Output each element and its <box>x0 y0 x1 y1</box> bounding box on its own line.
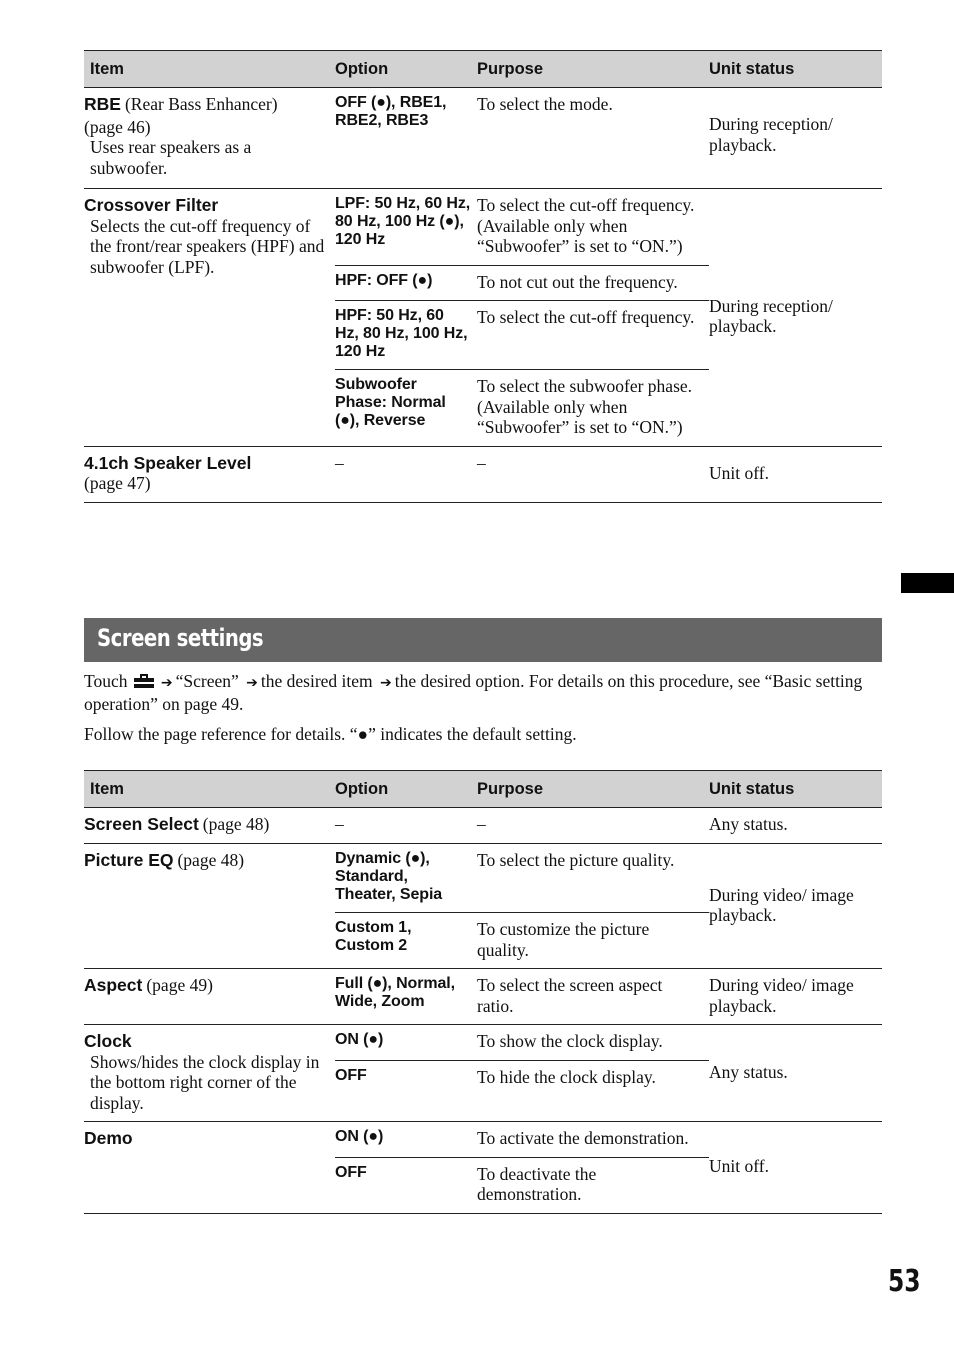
column-header-option: Option <box>335 50 477 88</box>
column-header-purpose: Purpose <box>477 50 709 88</box>
item-cell: RBE (Rear Bass Enhancer) (page 46) Uses … <box>84 87 335 189</box>
option-cell: OFF <box>335 1157 477 1214</box>
default-setting-note: Follow the page reference for details. “… <box>84 724 577 744</box>
option-cell: – <box>335 807 477 844</box>
item-cell: Demo <box>84 1121 335 1214</box>
purpose-cell: To customize the picture quality. <box>477 912 709 969</box>
option-cell: Full (●), Normal, Wide, Zoom <box>335 968 477 1025</box>
table-header-row: Item Option Purpose Unit status <box>84 50 882 88</box>
item-name: Picture EQ <box>84 850 174 870</box>
arrow-right-icon: ➔ <box>246 675 258 691</box>
chapter-thumb-tab <box>901 573 954 593</box>
intro-touch: Touch <box>84 671 128 691</box>
page-ref: (page 48) <box>177 850 245 870</box>
item-name: RBE <box>84 94 121 114</box>
item-cell: Screen Select (page 48) <box>84 807 335 844</box>
section-title: Screen settings <box>97 624 264 652</box>
item-name: 4.1ch Speaker Level <box>84 452 252 473</box>
unit-status-cell: Unit off. <box>709 446 882 503</box>
option-cell: OFF <box>335 1060 477 1122</box>
screen-settings-table: Item Option Purpose Unit status Screen S… <box>84 770 882 1214</box>
purpose-cell: To deactivate the demonstration. <box>477 1157 709 1214</box>
item-cell: Crossover Filter Selects the cut-off fre… <box>84 188 335 447</box>
purpose-cell: – <box>477 807 709 844</box>
column-header-unit-status: Unit status <box>709 50 882 88</box>
option-cell: Custom 1, Custom 2 <box>335 912 477 969</box>
option-cell: – <box>335 446 477 503</box>
item-cell: 4.1ch Speaker Level (page 47) <box>84 446 335 503</box>
unit-status-cell: During reception/ playback. <box>709 87 882 189</box>
arrow-right-icon: ➔ <box>380 675 392 691</box>
table-header-row: Item Option Purpose Unit status <box>84 770 882 808</box>
item-description: Selects the cut-off frequency of the fro… <box>90 215 325 277</box>
purpose-cell: – <box>477 446 709 503</box>
toolbox-settings-icon <box>133 674 154 688</box>
item-name: Clock <box>84 1031 132 1051</box>
table-row-crossover-filter: Crossover Filter Selects the cut-off fre… <box>84 188 882 447</box>
purpose-cell: To select the cut-off frequency. (Availa… <box>477 188 709 266</box>
purpose-cell: To not cut out the frequency. <box>477 265 709 301</box>
purpose-cell: To select the screen aspect ratio. <box>477 968 709 1025</box>
item-cell: Picture EQ (page 48) <box>84 843 335 969</box>
item-ref: (Rear Bass Enhancer) <box>124 94 278 114</box>
table-row-clock: Clock Shows/hides the clock display in t… <box>84 1024 882 1122</box>
table-row-rbe: RBE (Rear Bass Enhancer) (page 46) Uses … <box>84 87 882 189</box>
option-cell: Subwoofer Phase: Normal (●), Reverse <box>335 369 477 447</box>
table-row-speaker-level: 4.1ch Speaker Level (page 47) – – Unit o… <box>84 446 882 503</box>
intro-step-screen: “Screen” <box>175 671 239 691</box>
page-ref: (page 49) <box>146 975 213 995</box>
item-name: Demo <box>84 1128 133 1148</box>
column-header-purpose: Purpose <box>477 770 709 808</box>
item-name: Screen Select <box>84 814 199 834</box>
table-row-picture-eq: Picture EQ (page 48) Dynamic (●), Standa… <box>84 843 882 969</box>
page-ref: (page 48) <box>202 814 270 834</box>
sound-settings-table: Item Option Purpose Unit status RBE (Rea… <box>84 50 882 503</box>
column-header-option: Option <box>335 770 477 808</box>
intro-paragraph: Touch ➔ “Screen” ➔ the desired item ➔ the d… <box>84 671 884 715</box>
option-cell: HPF: OFF (●) <box>335 265 477 301</box>
table-row-screen-select: Screen Select (page 48) – – Any status. <box>84 807 882 844</box>
item-name: Crossover Filter <box>84 195 219 215</box>
unit-status-cell: Any status. <box>709 1024 882 1122</box>
page-ref: (page 47) <box>84 473 151 493</box>
item-cell: Clock Shows/hides the clock display in t… <box>84 1024 335 1122</box>
purpose-cell: To select the mode. <box>477 87 709 189</box>
option-cell: HPF: 50 Hz, 60 Hz, 80 Hz, 100 Hz, 120 Hz <box>335 300 477 370</box>
column-header-item: Item <box>84 770 335 808</box>
arrow-right-icon: ➔ <box>160 675 173 691</box>
purpose-cell: To show the clock display. <box>477 1024 709 1061</box>
item-description: Shows/hides the clock display in the bot… <box>90 1051 320 1113</box>
option-cell: ON (●) <box>335 1024 477 1061</box>
option-cell: LPF: 50 Hz, 60 Hz, 80 Hz, 100 Hz (●), 12… <box>335 188 477 266</box>
intro-step-item: the desired item <box>260 671 373 691</box>
option-cell: OFF (●), RBE1, RBE2, RBE3 <box>335 87 477 189</box>
purpose-cell: To hide the clock display. <box>477 1060 709 1122</box>
column-header-item: Item <box>84 50 335 88</box>
purpose-cell: To select the picture quality. <box>477 843 709 913</box>
section-heading-band: Screen settings <box>84 618 882 662</box>
table-row-aspect: Aspect (page 49) Full (●), Normal, Wide,… <box>84 968 882 1025</box>
column-header-unit-status: Unit status <box>709 770 882 808</box>
unit-status-cell: During video/ image playback. <box>709 843 882 969</box>
option-cell: ON (●) <box>335 1121 477 1158</box>
purpose-cell: To select the cut-off frequency. <box>477 300 709 370</box>
page-ref: (page 46) <box>84 116 151 137</box>
option-cell: Dynamic (●), Standard, Theater, Sepia <box>335 843 477 913</box>
purpose-cell: To select the subwoofer phase. (Availabl… <box>477 369 709 447</box>
purpose-cell: To activate the demonstration. <box>477 1121 709 1158</box>
unit-status-cell: During reception/ playback. <box>709 188 882 447</box>
item-description: Uses rear speakers as a subwoofer. <box>90 137 252 178</box>
unit-status-cell: Unit off. <box>709 1121 882 1214</box>
page-number: 53 <box>888 1264 921 1299</box>
item-name: Aspect <box>84 975 143 995</box>
unit-status-cell: During video/ image playback. <box>709 968 882 1025</box>
item-cell: Aspect (page 49) <box>84 968 335 1025</box>
unit-status-cell: Any status. <box>709 807 882 844</box>
table-row-demo: Demo ON (●) To activate the demonstratio… <box>84 1121 882 1214</box>
